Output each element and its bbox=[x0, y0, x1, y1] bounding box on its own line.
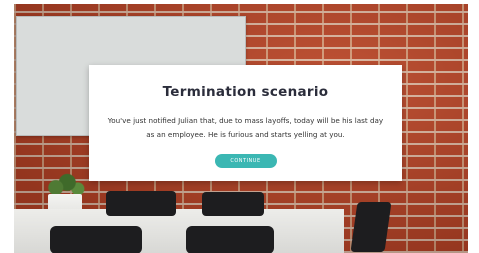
chair bbox=[186, 226, 274, 253]
scenario-modal: Termination scenario You've just notifie… bbox=[89, 65, 402, 181]
chair bbox=[350, 202, 392, 252]
chair bbox=[202, 192, 264, 216]
modal-description: You've just notified Julian that, due to… bbox=[107, 116, 384, 139]
chair bbox=[106, 191, 176, 216]
chair bbox=[50, 226, 142, 253]
modal-title: Termination scenario bbox=[162, 84, 329, 100]
continue-button[interactable]: CONTINUE bbox=[214, 154, 277, 168]
